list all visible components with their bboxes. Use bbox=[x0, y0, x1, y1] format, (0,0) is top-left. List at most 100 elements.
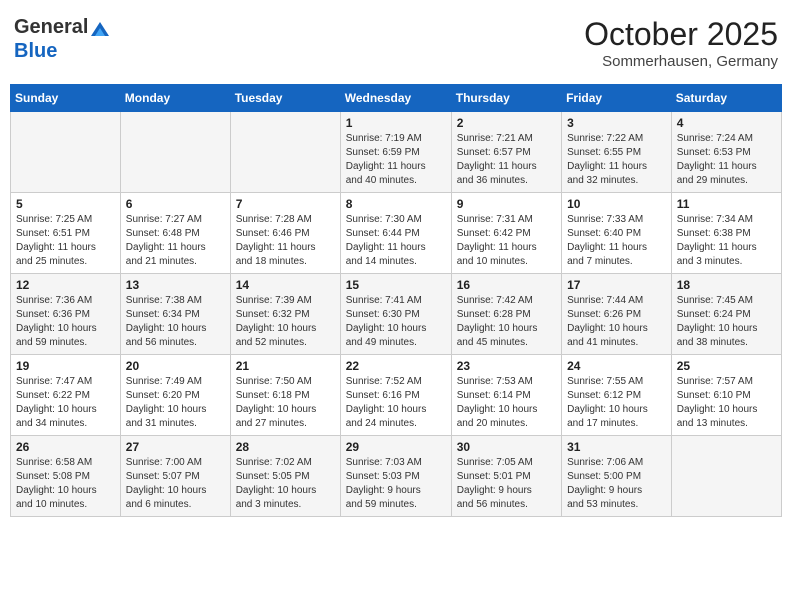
calendar-cell: 1 Sunrise: 7:19 AM Sunset: 6:59 PM Daylig… bbox=[340, 112, 451, 193]
day-info: Sunrise: 7:34 AM Sunset: 6:38 PM Dayligh… bbox=[677, 213, 776, 269]
calendar-cell: 7 Sunrise: 7:28 AM Sunset: 6:46 PM Daylig… bbox=[230, 193, 340, 274]
day-number: 19 bbox=[16, 359, 115, 373]
day-number: 16 bbox=[457, 278, 556, 292]
day-number: 2 bbox=[457, 116, 556, 130]
calendar-cell bbox=[120, 112, 230, 193]
calendar-cell: 14 Sunrise: 7:39 AM Sunset: 6:32 PM Dayli… bbox=[230, 274, 340, 355]
calendar-cell: 5 Sunrise: 7:25 AM Sunset: 6:51 PM Daylig… bbox=[11, 193, 121, 274]
day-info: Sunrise: 7:50 AM Sunset: 6:18 PM Dayligh… bbox=[236, 375, 335, 431]
calendar-table: SundayMondayTuesdayWednesdayThursdayFrid… bbox=[10, 84, 782, 517]
day-number: 3 bbox=[567, 116, 666, 130]
day-number: 17 bbox=[567, 278, 666, 292]
day-number: 1 bbox=[346, 116, 446, 130]
day-info: Sunrise: 7:49 AM Sunset: 6:20 PM Dayligh… bbox=[126, 375, 225, 431]
day-number: 27 bbox=[126, 440, 225, 454]
day-number: 13 bbox=[126, 278, 225, 292]
calendar-cell: 18Sunrise: 7:45 AM Sunset: 6:24 PM Dayli… bbox=[671, 274, 781, 355]
day-info: Sunrise: 7:25 AM Sunset: 6:51 PM Dayligh… bbox=[16, 213, 115, 269]
day-info: Sunrise: 7:19 AM Sunset: 6:59 PM Dayligh… bbox=[346, 132, 446, 188]
weekday-header-thursday: Thursday bbox=[451, 85, 561, 112]
weekday-header-sunday: Sunday bbox=[11, 85, 121, 112]
weekday-header-monday: Monday bbox=[120, 85, 230, 112]
day-number: 21 bbox=[236, 359, 335, 373]
day-info: Sunrise: 7:36 AM Sunset: 6:36 PM Dayligh… bbox=[16, 294, 115, 350]
logo-icon bbox=[89, 18, 111, 40]
calendar-cell: 10 Sunrise: 7:33 AM Sunset: 6:40 PM Dayli… bbox=[562, 193, 672, 274]
calendar-week-row-4: 19 Sunrise: 7:47 AM Sunset: 6:22 PM Dayli… bbox=[11, 355, 782, 436]
calendar-cell: 11 Sunrise: 7:34 AM Sunset: 6:38 PM Dayli… bbox=[671, 193, 781, 274]
day-info: Sunrise: 7:31 AM Sunset: 6:42 PM Dayligh… bbox=[457, 213, 556, 269]
day-info: Sunrise: 7:53 AM Sunset: 6:14 PM Dayligh… bbox=[457, 375, 556, 431]
calendar-cell: 17 Sunrise: 7:44 AM Sunset: 6:26 PM Dayli… bbox=[562, 274, 672, 355]
calendar-cell: 25 Sunrise: 7:57 AM Sunset: 6:10 PM Dayli… bbox=[671, 355, 781, 436]
day-info: Sunrise: 7:28 AM Sunset: 6:46 PM Dayligh… bbox=[236, 213, 335, 269]
logo-text: General Blue bbox=[14, 16, 112, 63]
calendar-cell bbox=[671, 436, 781, 517]
weekday-header-row: SundayMondayTuesdayWednesdayThursdayFrid… bbox=[11, 85, 782, 112]
weekday-header-tuesday: Tuesday bbox=[230, 85, 340, 112]
calendar-cell: 29 Sunrise: 7:03 AM Sunset: 5:03 PM Dayli… bbox=[340, 436, 451, 517]
calendar-cell: 26Sunrise: 6:58 AM Sunset: 5:08 PM Dayli… bbox=[11, 436, 121, 517]
calendar-cell bbox=[11, 112, 121, 193]
weekday-header-friday: Friday bbox=[562, 85, 672, 112]
calendar-cell: 3 Sunrise: 7:22 AM Sunset: 6:55 PM Daylig… bbox=[562, 112, 672, 193]
day-number: 22 bbox=[346, 359, 446, 373]
calendar-week-row-1: 1 Sunrise: 7:19 AM Sunset: 6:59 PM Daylig… bbox=[11, 112, 782, 193]
day-info: Sunrise: 6:58 AM Sunset: 5:08 PM Dayligh… bbox=[16, 456, 115, 512]
day-number: 23 bbox=[457, 359, 556, 373]
day-info: Sunrise: 7:52 AM Sunset: 6:16 PM Dayligh… bbox=[346, 375, 446, 431]
day-info: Sunrise: 7:41 AM Sunset: 6:30 PM Dayligh… bbox=[346, 294, 446, 350]
day-info: Sunrise: 7:57 AM Sunset: 6:10 PM Dayligh… bbox=[677, 375, 776, 431]
day-info: Sunrise: 7:05 AM Sunset: 5:01 PM Dayligh… bbox=[457, 456, 556, 512]
logo-blue: Blue bbox=[14, 40, 57, 62]
day-info: Sunrise: 7:00 AM Sunset: 5:07 PM Dayligh… bbox=[126, 456, 225, 512]
calendar-cell: 27 Sunrise: 7:00 AM Sunset: 5:07 PM Dayli… bbox=[120, 436, 230, 517]
day-number: 14 bbox=[236, 278, 335, 292]
day-info: Sunrise: 7:30 AM Sunset: 6:44 PM Dayligh… bbox=[346, 213, 446, 269]
day-info: Sunrise: 7:45 AM Sunset: 6:24 PM Dayligh… bbox=[677, 294, 776, 350]
logo-general: General bbox=[14, 16, 88, 38]
day-number: 7 bbox=[236, 197, 335, 211]
day-info: Sunrise: 7:06 AM Sunset: 5:00 PM Dayligh… bbox=[567, 456, 666, 512]
title-section: October 2025 Sommerhausen, Germany bbox=[584, 16, 778, 70]
calendar-cell: 15 Sunrise: 7:41 AM Sunset: 6:30 PM Dayli… bbox=[340, 274, 451, 355]
calendar-cell: 6 Sunrise: 7:27 AM Sunset: 6:48 PM Daylig… bbox=[120, 193, 230, 274]
calendar-week-row-2: 5 Sunrise: 7:25 AM Sunset: 6:51 PM Daylig… bbox=[11, 193, 782, 274]
page-header: General Blue October 2025 Sommerhausen, … bbox=[10, 10, 782, 76]
day-number: 8 bbox=[346, 197, 446, 211]
day-number: 12 bbox=[16, 278, 115, 292]
day-number: 20 bbox=[126, 359, 225, 373]
day-info: Sunrise: 7:33 AM Sunset: 6:40 PM Dayligh… bbox=[567, 213, 666, 269]
day-number: 25 bbox=[677, 359, 776, 373]
day-number: 11 bbox=[677, 197, 776, 211]
calendar-cell bbox=[230, 112, 340, 193]
day-number: 31 bbox=[567, 440, 666, 454]
day-number: 15 bbox=[346, 278, 446, 292]
calendar-cell: 12 Sunrise: 7:36 AM Sunset: 6:36 PM Dayli… bbox=[11, 274, 121, 355]
calendar-cell: 20 Sunrise: 7:49 AM Sunset: 6:20 PM Dayli… bbox=[120, 355, 230, 436]
calendar-cell: 19 Sunrise: 7:47 AM Sunset: 6:22 PM Dayli… bbox=[11, 355, 121, 436]
day-info: Sunrise: 7:55 AM Sunset: 6:12 PM Dayligh… bbox=[567, 375, 666, 431]
day-info: Sunrise: 7:22 AM Sunset: 6:55 PM Dayligh… bbox=[567, 132, 666, 188]
day-info: Sunrise: 7:24 AM Sunset: 6:53 PM Dayligh… bbox=[677, 132, 776, 188]
calendar-cell: 24 Sunrise: 7:55 AM Sunset: 6:12 PM Dayli… bbox=[562, 355, 672, 436]
day-number: 29 bbox=[346, 440, 446, 454]
calendar-cell: 13 Sunrise: 7:38 AM Sunset: 6:34 PM Dayli… bbox=[120, 274, 230, 355]
month-title: October 2025 bbox=[584, 16, 778, 53]
day-info: Sunrise: 7:27 AM Sunset: 6:48 PM Dayligh… bbox=[126, 213, 225, 269]
day-info: Sunrise: 7:44 AM Sunset: 6:26 PM Dayligh… bbox=[567, 294, 666, 350]
location: Sommerhausen, Germany bbox=[584, 53, 778, 70]
calendar-cell: 22 Sunrise: 7:52 AM Sunset: 6:16 PM Dayli… bbox=[340, 355, 451, 436]
day-number: 5 bbox=[16, 197, 115, 211]
day-number: 6 bbox=[126, 197, 225, 211]
day-number: 10 bbox=[567, 197, 666, 211]
day-info: Sunrise: 7:02 AM Sunset: 5:05 PM Dayligh… bbox=[236, 456, 335, 512]
day-info: Sunrise: 7:39 AM Sunset: 6:32 PM Dayligh… bbox=[236, 294, 335, 350]
day-number: 24 bbox=[567, 359, 666, 373]
day-info: Sunrise: 7:42 AM Sunset: 6:28 PM Dayligh… bbox=[457, 294, 556, 350]
day-info: Sunrise: 7:47 AM Sunset: 6:22 PM Dayligh… bbox=[16, 375, 115, 431]
day-info: Sunrise: 7:03 AM Sunset: 5:03 PM Dayligh… bbox=[346, 456, 446, 512]
calendar-cell: 23 Sunrise: 7:53 AM Sunset: 6:14 PM Dayli… bbox=[451, 355, 561, 436]
day-info: Sunrise: 7:38 AM Sunset: 6:34 PM Dayligh… bbox=[126, 294, 225, 350]
day-info: Sunrise: 7:21 AM Sunset: 6:57 PM Dayligh… bbox=[457, 132, 556, 188]
